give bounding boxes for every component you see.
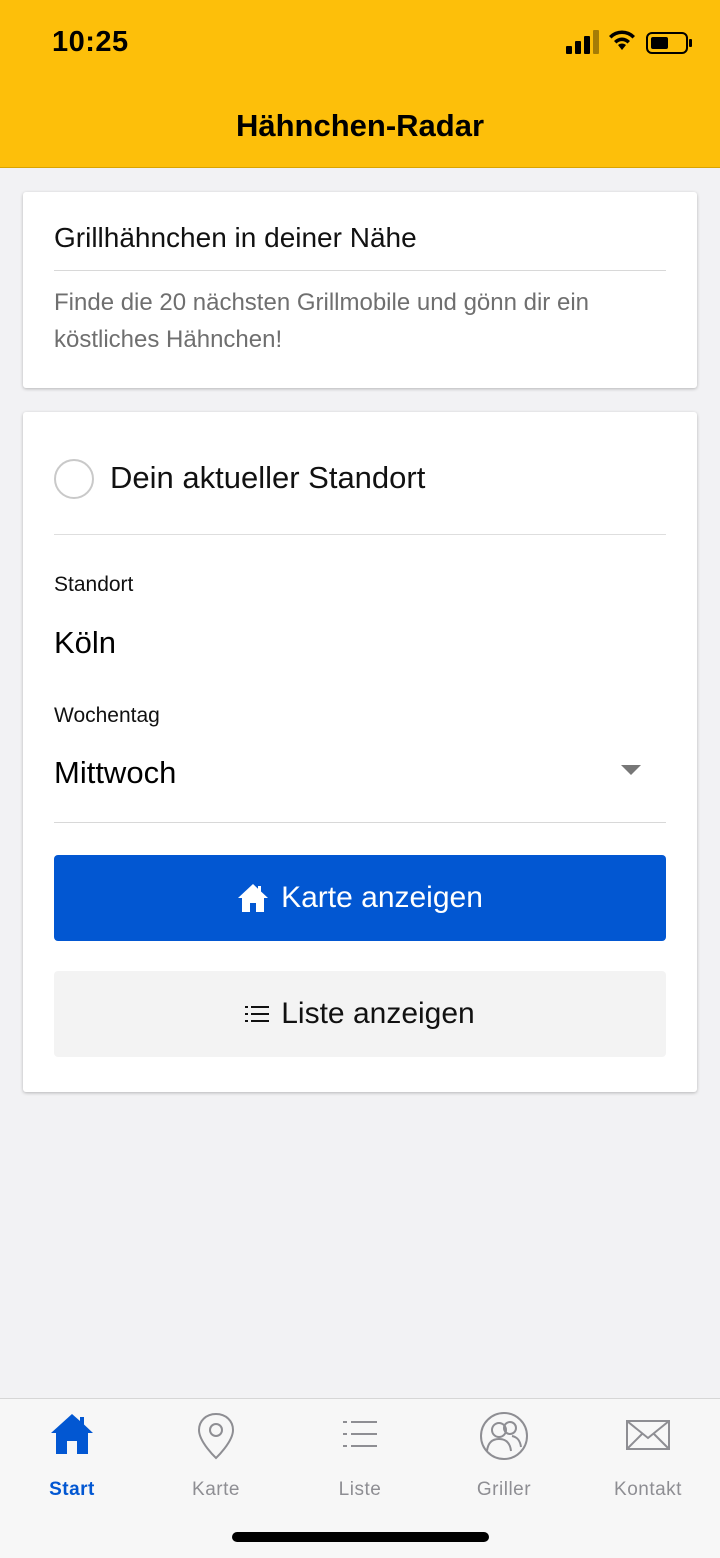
divider <box>54 534 666 535</box>
cellular-signal-icon <box>566 30 599 54</box>
divider <box>54 270 666 271</box>
current-location-label: Dein aktueller Standort <box>110 460 426 495</box>
status-time: 10:25 <box>52 26 129 58</box>
weekday-select[interactable]: Mittwoch <box>54 755 176 791</box>
tab-kontakt[interactable]: Kontakt <box>576 1411 720 1501</box>
list-icon <box>288 1411 432 1461</box>
home-indicator <box>232 1532 489 1542</box>
tab-label: Kontakt <box>614 1479 682 1500</box>
battery-icon <box>646 32 692 54</box>
mail-icon <box>576 1411 720 1461</box>
show-list-button[interactable]: Liste anzeigen <box>54 971 666 1057</box>
show-map-button-label: Karte anzeigen <box>281 881 483 914</box>
tab-label: Start <box>49 1479 95 1500</box>
tab-label: Griller <box>476 1479 532 1500</box>
list-icon <box>245 1004 270 1024</box>
intro-title: Grillhähnchen in deiner Nähe <box>54 222 417 253</box>
intro-text: Finde die 20 nächsten Grillmobile und gö… <box>54 289 589 353</box>
location-input[interactable]: Köln <box>54 625 116 661</box>
people-icon <box>432 1411 576 1461</box>
page-title: Hähnchen-Radar <box>235 108 485 143</box>
home-icon <box>237 883 269 913</box>
location-field-label: Standort <box>54 573 134 596</box>
map-pin-icon <box>144 1411 288 1461</box>
app-header: 10:25 Hähnchen-Radar <box>0 0 720 168</box>
intro-card: Grillhähnchen in deiner Nähe Finde die 2… <box>23 192 697 388</box>
divider <box>54 822 666 823</box>
wifi-icon <box>609 30 635 50</box>
tab-griller[interactable]: Griller <box>432 1411 576 1501</box>
dropdown-arrow-icon[interactable] <box>621 765 641 775</box>
search-form-card: Dein aktueller Standort Standort Köln Wo… <box>23 412 697 1092</box>
tab-start[interactable]: Start <box>0 1411 144 1501</box>
home-icon <box>0 1411 144 1461</box>
tab-liste[interactable]: Liste <box>288 1411 432 1501</box>
weekday-field-label: Wochentag <box>54 704 160 727</box>
current-location-radio[interactable] <box>54 459 94 499</box>
show-map-button[interactable]: Karte anzeigen <box>54 855 666 941</box>
show-list-button-label: Liste anzeigen <box>281 997 475 1030</box>
tab-label: Karte <box>192 1479 240 1500</box>
current-location-option[interactable]: Dein aktueller Standort <box>54 458 666 500</box>
tab-label: Liste <box>338 1479 382 1500</box>
tab-karte[interactable]: Karte <box>144 1411 288 1501</box>
